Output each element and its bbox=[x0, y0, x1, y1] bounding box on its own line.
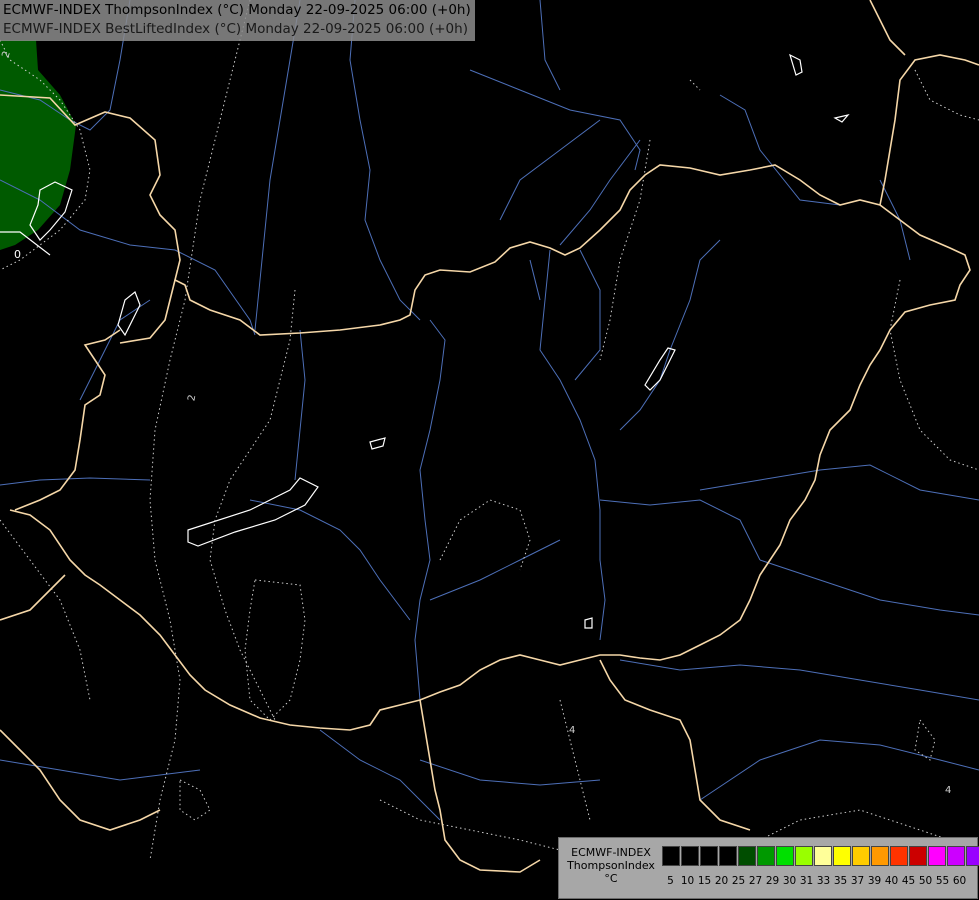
legend-swatch bbox=[738, 846, 756, 866]
contour-label: 4 bbox=[945, 785, 951, 796]
legend-swatch bbox=[700, 846, 718, 866]
legend-swatch bbox=[681, 846, 699, 866]
weather-map: 2 0 2 4 4 bbox=[0, 0, 979, 900]
legend-swatch bbox=[928, 846, 946, 866]
title-best-lifted-index: ECMWF-INDEX BestLiftedIndex (°C) Monday … bbox=[3, 21, 468, 37]
legend-tick-label: 45 bbox=[901, 875, 916, 887]
legend-tick-label: 27 bbox=[748, 875, 763, 887]
legend-swatch bbox=[947, 846, 965, 866]
legend-tick-label: 29 bbox=[765, 875, 780, 887]
legend-model: ECMWF-INDEX bbox=[571, 846, 651, 859]
legend-swatch bbox=[662, 846, 680, 866]
legend-swatch bbox=[909, 846, 927, 866]
legend-swatch bbox=[776, 846, 794, 866]
legend-swatch bbox=[871, 846, 889, 866]
legend-unit: °C bbox=[604, 872, 618, 885]
legend-tick-label: 33 bbox=[816, 875, 831, 887]
contour-label: 0 bbox=[14, 248, 21, 261]
legend-tick-label: 10 bbox=[680, 875, 695, 887]
contour-label: 4 bbox=[569, 725, 575, 736]
legend-swatch bbox=[966, 846, 979, 866]
legend-param: ThompsonIndex bbox=[567, 859, 655, 872]
legend-swatches bbox=[662, 846, 979, 866]
legend-ticks: 5 10 15 20 25 27 29 30 31 33 35 37 39 40 45 50 55 60 bbox=[662, 875, 968, 887]
legend-tick-label: 30 bbox=[782, 875, 797, 887]
map-background bbox=[0, 0, 979, 900]
legend-tick-label: 37 bbox=[850, 875, 865, 887]
legend-swatch bbox=[833, 846, 851, 866]
title-thompson-index: ECMWF-INDEX ThompsonIndex (°C) Monday 22… bbox=[3, 2, 471, 18]
legend-tick-label: 5 bbox=[667, 875, 674, 887]
legend-tick-label: 20 bbox=[714, 875, 729, 887]
color-legend: ECMWF-INDEX ThompsonIndex °C 5 10 15 20 25 27… bbox=[558, 837, 979, 899]
legend-tick-label: 35 bbox=[833, 875, 848, 887]
legend-swatch bbox=[852, 846, 870, 866]
legend-tick-label: 15 bbox=[697, 875, 712, 887]
legend-tick-label: 31 bbox=[799, 875, 814, 887]
legend-tick-label: 25 bbox=[731, 875, 746, 887]
legend-label: ECMWF-INDEX ThompsonIndex °C bbox=[563, 846, 659, 885]
legend-swatch bbox=[890, 846, 908, 866]
legend-tick-label: 50 bbox=[918, 875, 933, 887]
legend-swatch bbox=[757, 846, 775, 866]
legend-tick-label: 60 bbox=[952, 875, 967, 887]
legend-swatch bbox=[719, 846, 737, 866]
legend-tick-label: 39 bbox=[867, 875, 882, 887]
map-title-box: ECMWF-INDEX ThompsonIndex (°C) Monday 22… bbox=[0, 0, 475, 41]
legend-swatch bbox=[814, 846, 832, 866]
legend-tick-label: 55 bbox=[935, 875, 950, 887]
legend-tick-label: 40 bbox=[884, 875, 899, 887]
legend-swatch bbox=[795, 846, 813, 866]
